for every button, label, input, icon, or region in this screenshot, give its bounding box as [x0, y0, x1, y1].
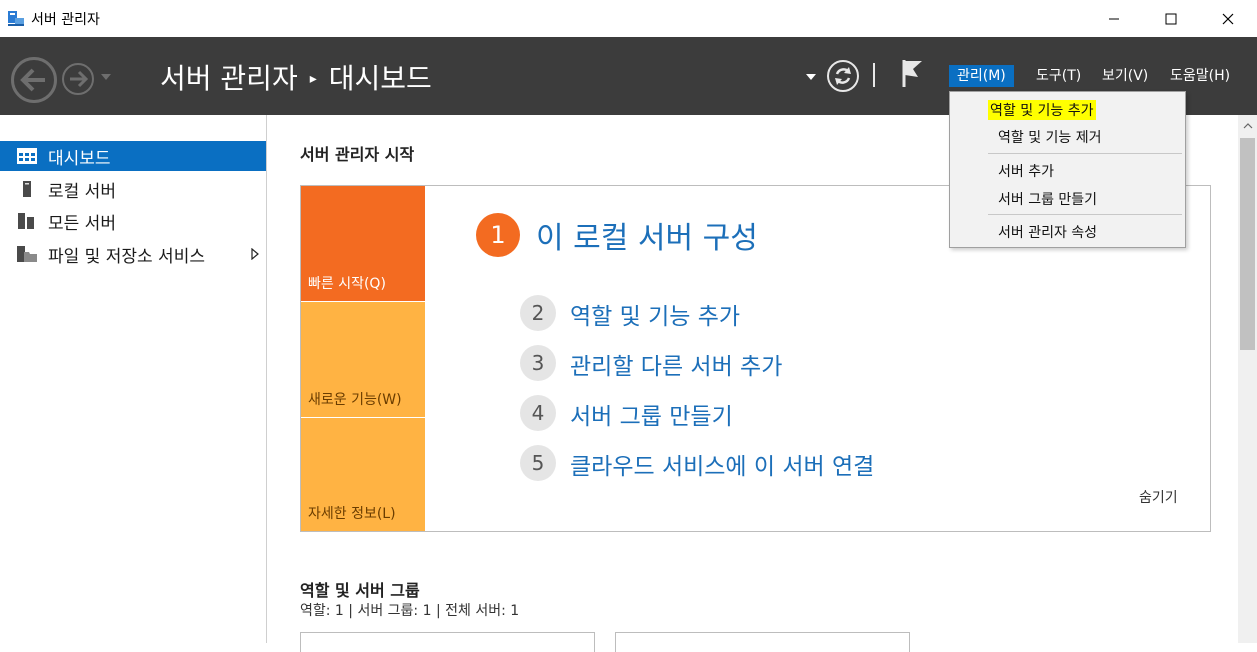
tile-quick-start[interactable]: 빠른 시작(Q)	[301, 186, 425, 301]
menu-view[interactable]: 보기(V)	[1094, 65, 1156, 87]
step-number-badge: 1	[476, 213, 520, 257]
breadcrumb-separator: ▸	[309, 71, 317, 87]
step-number-badge: 5	[520, 445, 556, 481]
menu-tools[interactable]: 도구(T)	[1028, 65, 1089, 87]
step-add-roles-features[interactable]: 역할 및 기능 추가	[570, 297, 740, 331]
local-server-icon	[23, 181, 31, 197]
breadcrumb-root[interactable]: 서버 관리자	[160, 62, 298, 95]
menu-item-server-manager-properties[interactable]: 서버 관리자 속성	[998, 222, 1097, 242]
sidebar-item-label: 로컬 서버	[48, 181, 116, 202]
chevron-right-icon[interactable]	[251, 248, 259, 260]
menu-item-add-servers[interactable]: 서버 추가	[998, 161, 1054, 181]
all-servers-icon	[18, 213, 34, 229]
notification-flag-icon[interactable]	[900, 58, 924, 88]
step-number-badge: 4	[520, 395, 556, 431]
scroll-up-arrow-icon[interactable]	[1243, 122, 1253, 129]
step-number-badge: 2	[520, 295, 556, 331]
close-button[interactable]	[1205, 0, 1251, 37]
hide-link[interactable]: 숨기기	[1139, 487, 1178, 507]
sidebar-item-label: 대시보드	[48, 148, 111, 169]
menu-manage[interactable]: 관리(M)	[949, 65, 1014, 87]
minimize-icon	[1109, 18, 1119, 19]
manage-dropdown-menu: 역할 및 기능 추가 역할 및 기능 제거 서버 추가 서버 그룹 만들기 서버…	[949, 91, 1186, 248]
roles-summary: 역할: 1 | 서버 그룹: 1 | 전체 서버: 1	[300, 603, 520, 619]
tile-label: 빠른 시작(Q)	[308, 276, 386, 292]
role-card[interactable]	[300, 632, 595, 652]
maximize-button[interactable]	[1148, 0, 1194, 37]
arrow-right-icon	[70, 70, 89, 88]
title-bar: 서버 관리자	[0, 0, 1257, 37]
minimize-button[interactable]	[1091, 0, 1137, 37]
welcome-title: 서버 관리자 시작	[300, 145, 415, 164]
dashboard-icon	[17, 148, 37, 164]
tile-whats-new[interactable]: 새로운 기능(W)	[301, 302, 425, 417]
menu-separator	[988, 214, 1182, 215]
refresh-button[interactable]	[827, 60, 859, 92]
sidebar-item-local-server[interactable]: 로컬 서버	[0, 174, 266, 204]
server-manager-app-icon	[8, 11, 24, 26]
sidebar-item-all-servers[interactable]: 모든 서버	[0, 206, 266, 236]
step-add-other-servers[interactable]: 관리할 다른 서버 추가	[570, 347, 782, 381]
roles-section-title: 역할 및 서버 그룹	[300, 581, 420, 600]
tile-label: 새로운 기능(W)	[308, 392, 402, 408]
role-card[interactable]	[615, 632, 910, 652]
chevron-down-icon[interactable]	[100, 73, 112, 81]
menu-separator	[988, 153, 1182, 154]
close-icon	[1222, 13, 1234, 24]
menu-gutter	[950, 92, 986, 247]
sidebar-item-label: 모든 서버	[48, 213, 116, 234]
menu-item-remove-roles-features[interactable]: 역할 및 기능 제거	[998, 127, 1102, 147]
back-button[interactable]	[11, 57, 57, 103]
step-create-server-group[interactable]: 서버 그룹 만들기	[570, 397, 733, 431]
file-storage-icon	[17, 246, 37, 262]
chevron-down-icon[interactable]	[805, 73, 817, 81]
sidebar: 대시보드 로컬 서버 모든 서버 파일 및 저장소 서비스	[0, 115, 267, 643]
forward-button[interactable]	[62, 63, 94, 95]
step-number-badge: 3	[520, 345, 556, 381]
menu-item-create-server-group[interactable]: 서버 그룹 만들기	[998, 189, 1097, 209]
sidebar-item-dashboard[interactable]: 대시보드	[0, 141, 266, 171]
step-connect-cloud-services[interactable]: 클라우드 서비스에 이 서버 연결	[570, 447, 874, 481]
arrow-left-icon	[20, 68, 45, 92]
refresh-icon	[835, 67, 851, 85]
header-divider	[873, 63, 875, 87]
menu-item-add-roles-features[interactable]: 역할 및 기능 추가	[988, 100, 1096, 120]
breadcrumb-current: 대시보드	[328, 62, 432, 95]
tile-learn-more[interactable]: 자세한 정보(L)	[301, 418, 425, 531]
menu-help[interactable]: 도움말(H)	[1162, 65, 1238, 87]
breadcrumb: 서버 관리자 ▸ 대시보드	[160, 57, 432, 97]
sidebar-item-file-storage[interactable]: 파일 및 저장소 서비스	[0, 239, 266, 269]
step-configure-local-server[interactable]: 이 로컬 서버 구성	[536, 213, 758, 257]
window-title: 서버 관리자	[31, 12, 100, 28]
maximize-icon	[1165, 13, 1177, 24]
scrollbar-thumb[interactable]	[1240, 138, 1255, 350]
sidebar-item-label: 파일 및 저장소 서비스	[48, 246, 205, 267]
tile-label: 자세한 정보(L)	[308, 506, 396, 522]
